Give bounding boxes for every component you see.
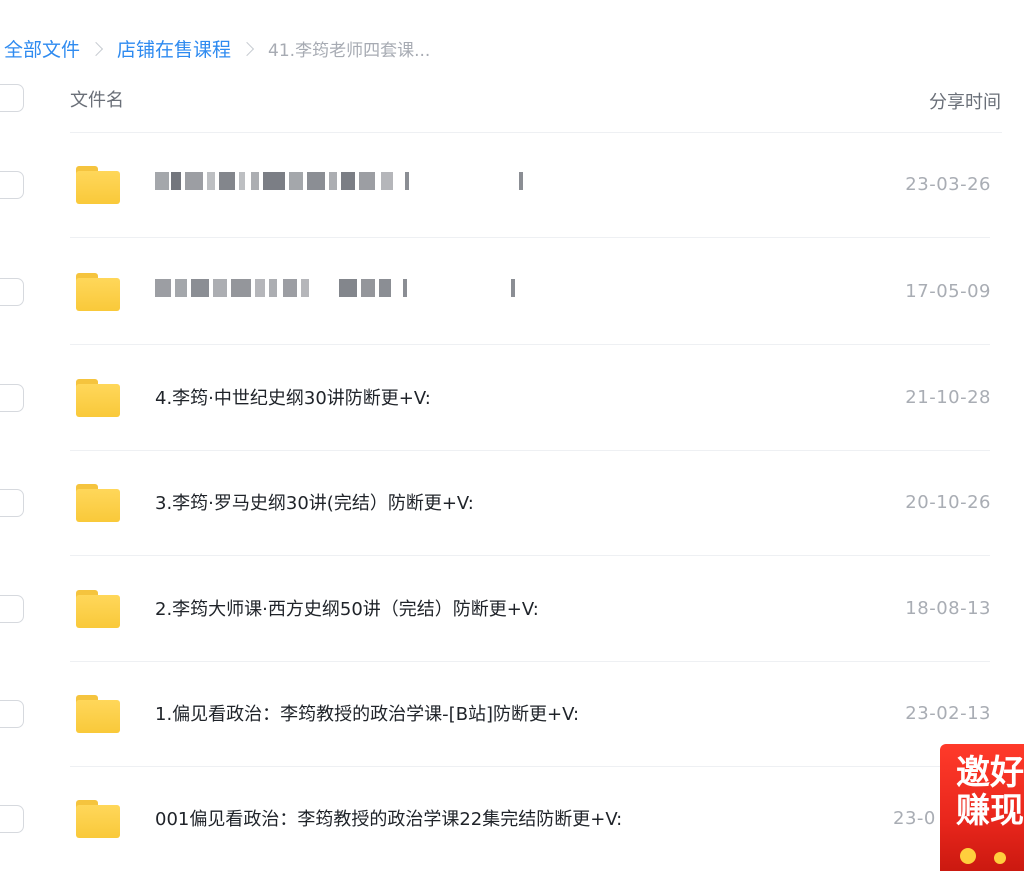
file-name[interactable]: 001偏见看政治：李筠教授的政治学课22集完结防断更+V: (155, 805, 622, 831)
file-browser-page: 全部文件 店铺在售课程 41.李筠老师四套课... 文件名 分享时间 23-03… (0, 0, 1024, 871)
file-row[interactable]: 4.李筠·中世纪史纲30讲防断更+V: 21-10-28 (0, 346, 1024, 451)
breadcrumb-all-files[interactable]: 全部文件 (4, 35, 80, 62)
file-share-date: 17-05-09 (905, 281, 991, 302)
folder-icon (76, 273, 120, 311)
file-row[interactable]: 1.偏见看政治：李筠教授的政治学课-[B站]防断更+V: 23-02-13 (0, 662, 1024, 767)
row-divider (70, 237, 990, 238)
column-header-share-time[interactable]: 分享时间 (929, 88, 1001, 114)
folder-icon (76, 166, 120, 204)
column-header-filename[interactable]: 文件名 (70, 86, 124, 112)
file-share-date: 20-10-26 (905, 492, 991, 513)
file-share-date: 23-02-13 (905, 703, 991, 724)
breadcrumb: 全部文件 店铺在售课程 41.李筠老师四套课... (4, 34, 430, 62)
row-checkbox[interactable] (0, 700, 24, 728)
file-name[interactable]: 3.李筠·罗马史纲30讲(完结）防断更+V: (155, 489, 474, 515)
file-name[interactable]: 1.偏见看政治：李筠教授的政治学课-[B站]防断更+V: (155, 700, 579, 726)
file-share-date: 23-03-26 (905, 174, 991, 195)
file-row[interactable]: 17-05-09 (0, 240, 1024, 345)
promo-line-1: 邀好 (956, 753, 1024, 793)
row-checkbox[interactable] (0, 489, 24, 517)
folder-icon (76, 484, 120, 522)
row-checkbox[interactable] (0, 805, 24, 833)
invite-promo-badge[interactable]: 邀好 赚现 (940, 744, 1024, 871)
folder-icon (76, 800, 120, 838)
row-divider (70, 555, 990, 556)
file-share-date: 23-0 (893, 808, 936, 829)
file-row[interactable]: 3.李筠·罗马史纲30讲(完结）防断更+V: 20-10-26 (0, 451, 1024, 556)
file-name[interactable]: 2.李筠大师课·西方史纲50讲（完结）防断更+V: (155, 595, 539, 621)
breadcrumb-store-courses[interactable]: 店铺在售课程 (117, 35, 231, 62)
file-list-header: 文件名 分享时间 (0, 80, 1024, 116)
chevron-right-icon (88, 41, 104, 57)
file-name[interactable]: 4.李筠·中世纪史纲30讲防断更+V: (155, 384, 431, 410)
folder-icon (76, 590, 120, 628)
file-share-date: 18-08-13 (905, 598, 991, 619)
file-row[interactable]: 001偏见看政治：李筠教授的政治学课22集完结防断更+V: 23-0 (0, 767, 1024, 871)
row-checkbox[interactable] (0, 278, 24, 306)
folder-icon (76, 695, 120, 733)
select-all-checkbox[interactable] (0, 84, 24, 112)
row-divider (70, 344, 990, 345)
file-row[interactable]: 2.李筠大师课·西方史纲50讲（完结）防断更+V: 18-08-13 (0, 557, 1024, 662)
row-checkbox[interactable] (0, 384, 24, 412)
file-row[interactable]: 23-03-26 (0, 133, 1024, 238)
red-envelope-icon (954, 836, 1024, 870)
promo-line-2: 赚现 (956, 791, 1024, 831)
file-share-date: 21-10-28 (905, 387, 991, 408)
row-checkbox[interactable] (0, 171, 24, 199)
chevron-right-icon (239, 41, 255, 57)
breadcrumb-current-folder: 41.李筠老师四套课... (268, 40, 431, 61)
row-checkbox[interactable] (0, 595, 24, 623)
folder-icon (76, 379, 120, 417)
